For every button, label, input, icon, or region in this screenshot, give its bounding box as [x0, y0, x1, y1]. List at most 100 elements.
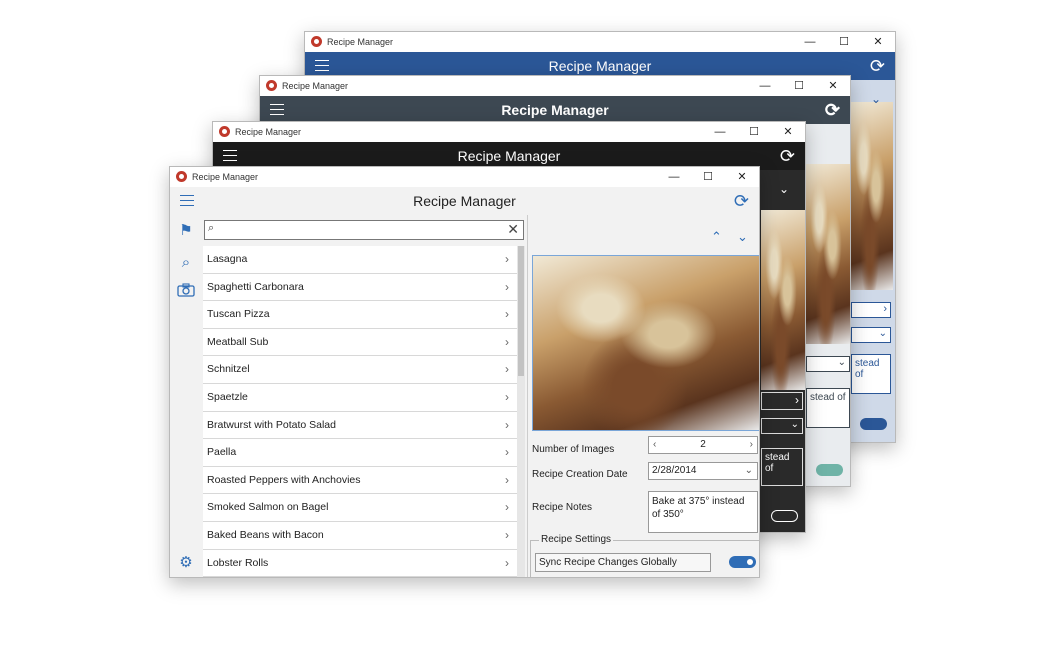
notes-fragment: stead of [851, 354, 891, 394]
chevron-right-icon: › [505, 417, 509, 432]
chevron-down-icon[interactable]: ⌄ [745, 463, 753, 479]
chevron-right-icon: › [505, 334, 509, 349]
creation-date-label: Recipe Creation Date [532, 469, 628, 480]
close-button[interactable]: ✕ [771, 123, 805, 141]
toggle-knob [747, 559, 753, 565]
list-item[interactable]: Spaetzle › [203, 383, 517, 412]
chevron-right-icon: › [505, 389, 509, 404]
creation-date-value: 2/28/2014 [652, 465, 697, 476]
list-item[interactable]: Smoked Salmon on Bagel › [203, 494, 517, 522]
chevron-down-icon[interactable]: ⌄ [871, 92, 881, 106]
sync-toggle[interactable] [860, 418, 887, 430]
notes-fragment: stead of [806, 388, 850, 428]
number-of-images-stepper[interactable]: ‹ 2 › [648, 436, 758, 454]
hamburger-icon[interactable] [315, 60, 329, 71]
recipe-list: Lasagna › Spaghetti Carbonara › Tuscan Pizza… [201, 246, 517, 577]
refresh-icon[interactable]: ⟳ [870, 55, 885, 77]
recipe-detail-pane: ⌃ ⌄ Number of Images ‹ 2 › Recipe Creati… [527, 215, 759, 577]
recipe-name: Spaghetti Carbonara [207, 280, 304, 293]
chevron-right-icon[interactable]: › [851, 302, 891, 318]
list-item[interactable]: Schnitzel › [203, 356, 517, 384]
minimize-button[interactable]: — [748, 77, 782, 95]
hamburger-icon[interactable] [223, 150, 237, 161]
app-icon [219, 126, 230, 137]
recipe-name: Schnitzel [207, 363, 250, 376]
window-title: Recipe Manager [282, 81, 349, 91]
recipe-photo [532, 255, 759, 431]
camera-icon[interactable] [176, 283, 196, 303]
main-window: Recipe Manager — ☐ ✕ Recipe Manager ⟳ ⚑ … [169, 166, 760, 578]
chevron-right-icon: › [505, 555, 509, 570]
chevron-right-icon: › [505, 500, 509, 515]
scrollbar-thumb[interactable] [518, 246, 524, 376]
hamburger-icon[interactable] [180, 195, 194, 206]
recipe-name: Lobster Rolls [207, 556, 269, 569]
chevron-down-icon[interactable]: ⌄ [851, 327, 891, 343]
chevron-right-icon[interactable]: › [761, 392, 803, 410]
chevron-right-icon: › [505, 279, 509, 294]
recipe-name: Bratwurst with Potato Salad [207, 418, 336, 431]
app-icon [266, 80, 277, 91]
recipe-photo [851, 102, 893, 290]
close-button[interactable]: ✕ [861, 33, 895, 51]
search-icon: ⌕ [208, 222, 215, 234]
chevron-down-icon[interactable]: ⌄ [737, 229, 748, 245]
creation-date-picker[interactable]: 2/28/2014 ⌄ [648, 462, 758, 480]
window-title: Recipe Manager [327, 37, 394, 47]
recipe-name: Meatball Sub [207, 335, 269, 348]
chevron-left-icon[interactable]: ‹ [653, 437, 656, 453]
recipe-name: Spaetzle [207, 390, 248, 403]
list-item[interactable]: Tuscan Pizza › [203, 301, 517, 329]
close-icon[interactable]: ✕ [507, 221, 519, 238]
list-item[interactable]: Paella › [203, 439, 517, 467]
chevron-up-icon[interactable]: ⌃ [711, 229, 722, 245]
scrollbar[interactable] [517, 246, 525, 577]
minimize-button[interactable]: — [703, 123, 737, 141]
maximize-button[interactable]: ☐ [737, 123, 771, 141]
sync-toggle[interactable] [729, 556, 756, 568]
sync-toggle[interactable] [771, 510, 798, 522]
list-item[interactable]: Meatball Sub › [203, 328, 517, 357]
app-bar: Recipe Manager ⟳ [170, 187, 759, 215]
search-field[interactable]: ⌕ ✕ [204, 220, 524, 240]
hamburger-icon[interactable] [270, 104, 284, 115]
chevron-right-icon: › [505, 472, 509, 487]
flag-icon[interactable]: ⚑ [176, 221, 196, 241]
close-button[interactable]: ✕ [816, 77, 850, 95]
chevron-down-icon[interactable]: ⌄ [779, 182, 789, 196]
chevron-down-icon[interactable]: ⌄ [806, 356, 850, 372]
close-button[interactable]: ✕ [725, 168, 759, 186]
recipe-name: Smoked Salmon on Bagel [207, 501, 329, 514]
list-item[interactable]: Bratwurst with Potato Salad › [203, 411, 517, 440]
title-bar: Recipe Manager — ☐ ✕ [305, 32, 895, 52]
settings-legend: Recipe Settings [539, 534, 614, 545]
maximize-button[interactable]: ☐ [691, 168, 725, 186]
chevron-down-icon[interactable]: ⌄ [761, 418, 803, 434]
list-item[interactable]: Lobster Rolls › [203, 549, 517, 577]
maximize-button[interactable]: ☐ [782, 77, 816, 95]
minimize-button[interactable]: — [793, 33, 827, 51]
refresh-icon[interactable]: ⟳ [825, 99, 840, 121]
chevron-right-icon: › [505, 445, 509, 460]
notes-field[interactable]: Bake at 375° instead of 350° [648, 491, 758, 533]
nav-rail: ⚑ ⌕ ⚙ [170, 215, 201, 577]
chevron-right-icon: › [505, 252, 509, 266]
maximize-button[interactable]: ☐ [827, 33, 861, 51]
camera-glyph [177, 283, 195, 297]
gear-icon[interactable]: ⚙ [176, 553, 196, 573]
list-item[interactable]: Roasted Peppers with Anchovies › [203, 466, 517, 495]
refresh-icon[interactable]: ⟳ [780, 145, 795, 167]
minimize-button[interactable]: — [657, 168, 691, 186]
chevron-right-icon[interactable]: › [750, 437, 753, 453]
screenshot-stage: Recipe Manager — ☐ ✕ Recipe Manager ⟳ ⌄ … [0, 0, 1049, 654]
sync-toggle[interactable] [816, 464, 843, 476]
list-item[interactable]: Lasagna › [203, 246, 517, 274]
app-title: Recipe Manager [413, 193, 516, 209]
app-icon [311, 36, 322, 47]
refresh-icon[interactable]: ⟳ [734, 190, 749, 212]
search-icon[interactable]: ⌕ [176, 253, 196, 273]
list-item[interactable]: Baked Beans with Bacon › [203, 521, 517, 550]
sync-label: Sync Recipe Changes Globally [535, 553, 711, 572]
list-item[interactable]: Spaghetti Carbonara › [203, 273, 517, 302]
title-bar: Recipe Manager — ☐ ✕ [260, 76, 850, 96]
